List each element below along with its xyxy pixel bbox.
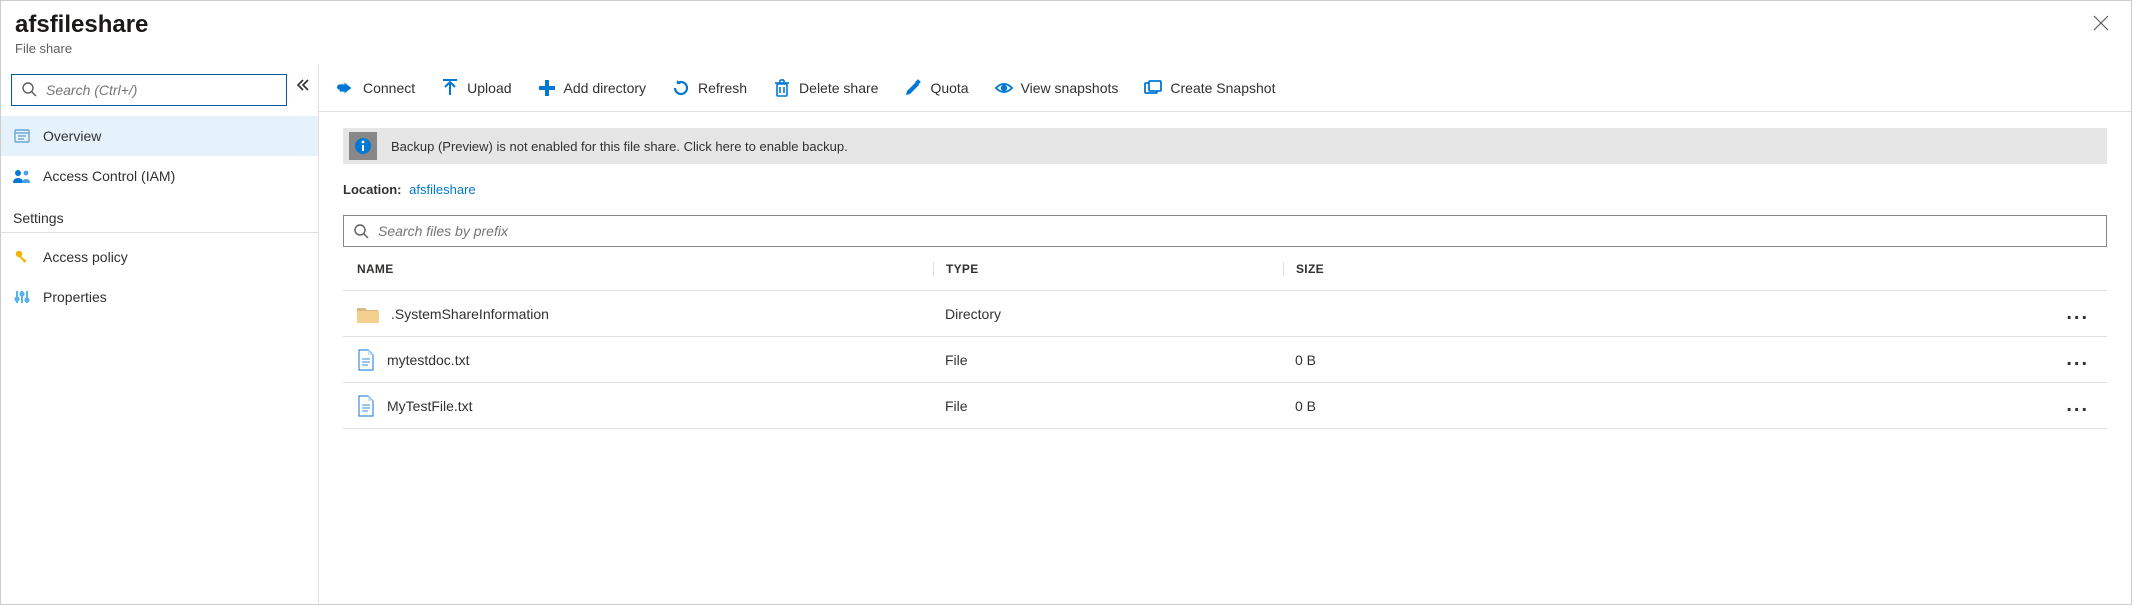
sidebar-item-properties[interactable]: Properties bbox=[1, 277, 318, 317]
trash-icon bbox=[773, 79, 791, 97]
file-search-wrap bbox=[343, 215, 2107, 247]
backup-info-banner[interactable]: Backup (Preview) is not enabled for this… bbox=[343, 128, 2107, 164]
table-row[interactable]: mytestdoc.txt File 0 B ... bbox=[343, 337, 2107, 383]
row-menu-button[interactable]: ... bbox=[2066, 348, 2107, 371]
file-type: File bbox=[933, 398, 1283, 414]
content-area: Backup (Preview) is not enabled for this… bbox=[319, 112, 2131, 429]
table-row[interactable]: MyTestFile.txt File 0 B ... bbox=[343, 383, 2107, 429]
refresh-icon bbox=[672, 79, 690, 97]
table-header-row: Name Type Size bbox=[343, 247, 2107, 291]
chevron-double-left-icon bbox=[296, 78, 310, 92]
file-share-blade: afsfileshare File share bbox=[0, 0, 2132, 605]
location-label: Location: bbox=[343, 182, 402, 197]
pencil-icon bbox=[904, 79, 922, 97]
refresh-button[interactable]: Refresh bbox=[672, 79, 747, 97]
page-subtitle: File share bbox=[15, 41, 148, 56]
col-type[interactable]: Type bbox=[933, 262, 1283, 276]
sidebar-section-settings: Settings bbox=[1, 196, 318, 233]
row-menu-button[interactable]: ... bbox=[2066, 394, 2107, 417]
row-menu-button[interactable]: ... bbox=[2066, 302, 2107, 325]
view-snapshots-button[interactable]: View snapshots bbox=[995, 79, 1119, 97]
sidebar-search-wrap bbox=[1, 68, 318, 116]
file-icon bbox=[357, 349, 375, 371]
connect-button[interactable]: Connect bbox=[337, 79, 415, 97]
plus-icon bbox=[538, 79, 556, 97]
info-icon bbox=[354, 137, 372, 155]
properties-icon bbox=[13, 288, 31, 306]
file-type: File bbox=[933, 352, 1283, 368]
iam-icon bbox=[13, 167, 31, 185]
file-name: .SystemShareInformation bbox=[391, 306, 549, 322]
snapshot-icon bbox=[1144, 79, 1162, 97]
col-size[interactable]: Size bbox=[1283, 262, 1463, 276]
key-icon bbox=[13, 248, 31, 266]
sidebar-item-label: Access policy bbox=[43, 249, 128, 265]
upload-icon bbox=[441, 79, 459, 97]
file-size: 0 B bbox=[1283, 398, 1463, 414]
main-content: Connect Upload Add directory bbox=[319, 64, 2131, 604]
file-search-input[interactable] bbox=[343, 215, 2107, 247]
file-icon bbox=[357, 395, 375, 417]
file-size: 0 B bbox=[1283, 352, 1463, 368]
create-snapshot-button[interactable]: Create Snapshot bbox=[1144, 79, 1275, 97]
close-button[interactable] bbox=[2085, 11, 2117, 35]
blade-header: afsfileshare File share bbox=[1, 1, 2131, 64]
delete-share-button[interactable]: Delete share bbox=[773, 79, 878, 97]
location-row: Location: afsfileshare bbox=[343, 182, 2107, 197]
overview-icon bbox=[13, 127, 31, 145]
search-icon bbox=[353, 223, 369, 239]
file-type: Directory bbox=[933, 306, 1283, 322]
table-row[interactable]: .SystemShareInformation Directory ... bbox=[343, 291, 2107, 337]
location-link[interactable]: afsfileshare bbox=[409, 182, 475, 197]
quota-button[interactable]: Quota bbox=[904, 79, 968, 97]
file-name: mytestdoc.txt bbox=[387, 352, 469, 368]
banner-text: Backup (Preview) is not enabled for this… bbox=[391, 139, 848, 154]
folder-icon bbox=[357, 305, 379, 323]
toolbar: Connect Upload Add directory bbox=[319, 64, 2131, 112]
add-directory-button[interactable]: Add directory bbox=[538, 79, 646, 97]
eye-icon bbox=[995, 79, 1013, 97]
file-table: Name Type Size .SystemShareInformation D… bbox=[343, 247, 2107, 429]
sidebar-item-access-control[interactable]: Access Control (IAM) bbox=[1, 156, 318, 196]
collapse-sidebar-button[interactable] bbox=[296, 78, 310, 92]
page-title: afsfileshare bbox=[15, 11, 148, 39]
sidebar-item-label: Properties bbox=[43, 289, 107, 305]
close-icon bbox=[2093, 15, 2109, 31]
sidebar: Overview Access Control (IAM) Settings bbox=[1, 64, 319, 604]
search-icon bbox=[21, 81, 37, 97]
sidebar-item-access-policy[interactable]: Access policy bbox=[1, 237, 318, 277]
sidebar-item-label: Access Control (IAM) bbox=[43, 168, 175, 184]
sidebar-item-label: Overview bbox=[43, 128, 101, 144]
sidebar-search-input[interactable] bbox=[11, 74, 287, 106]
upload-button[interactable]: Upload bbox=[441, 79, 511, 97]
blade-body: Overview Access Control (IAM) Settings bbox=[1, 64, 2131, 604]
connect-icon bbox=[337, 79, 355, 97]
info-badge bbox=[349, 132, 377, 160]
file-name: MyTestFile.txt bbox=[387, 398, 473, 414]
col-name[interactable]: Name bbox=[343, 262, 933, 276]
sidebar-item-overview[interactable]: Overview bbox=[1, 116, 318, 156]
